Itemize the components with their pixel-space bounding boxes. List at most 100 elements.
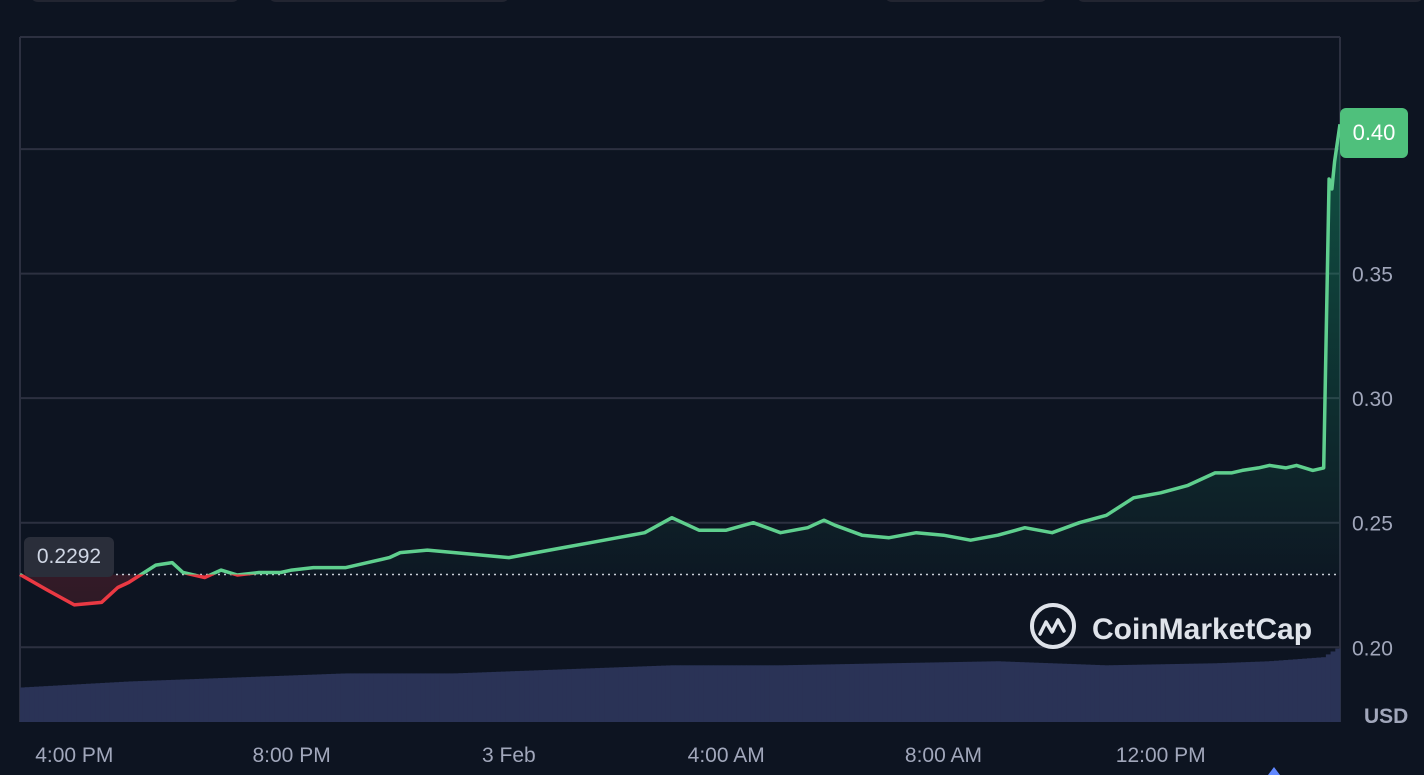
- volume-bar: [524, 670, 530, 722]
- volume-bar: [1066, 663, 1072, 722]
- volume-bar: [576, 668, 582, 722]
- volume-bar: [133, 681, 139, 722]
- volume-bar: [538, 670, 544, 722]
- volume-bar: [467, 672, 473, 722]
- volume-bar: [769, 665, 775, 722]
- price-area-up: [20, 124, 1340, 575]
- volume-bar: [1278, 660, 1284, 722]
- volume-bar: [1236, 662, 1242, 722]
- volume-bar: [1099, 665, 1105, 722]
- coinmarketcap-logo-icon: [1030, 603, 1076, 649]
- volume-bar: [1000, 661, 1006, 722]
- volume-bar: [562, 669, 568, 722]
- volume-bar: [552, 669, 558, 722]
- volume-bar: [288, 675, 294, 722]
- volume-bar: [331, 673, 337, 722]
- volume-bar: [430, 673, 436, 722]
- volume-bar: [896, 663, 902, 722]
- volume-bar: [1142, 664, 1148, 722]
- volume-bar: [812, 664, 818, 722]
- price-chart[interactable]: 0.20 0.25 0.30 0.35 0.40 4:00 PM 8:00 PM 3 Feb…: [0, 0, 1424, 774]
- volume-bar: [152, 680, 158, 722]
- volume-bar: [840, 664, 846, 722]
- volume-bar: [1170, 664, 1176, 722]
- volume-bar: [251, 676, 257, 722]
- volume-bar: [1052, 663, 1058, 722]
- volume-bar: [614, 667, 620, 722]
- volume-bar: [227, 677, 233, 722]
- y-axis-ticks: 0.200.250.300.350.40: [1352, 139, 1393, 660]
- volume-bar: [713, 665, 719, 722]
- volume-bar: [628, 666, 634, 722]
- volume-bar: [1109, 665, 1115, 722]
- y-tick-label: 0.25: [1352, 513, 1393, 536]
- volume-bar: [76, 684, 82, 722]
- volume-bar: [24, 687, 30, 722]
- volume-bar: [279, 675, 285, 722]
- volume-bar: [486, 672, 492, 722]
- volume-bar: [1302, 658, 1308, 722]
- volume-bar: [868, 663, 874, 722]
- volume-bar: [387, 673, 393, 722]
- volume-bar: [906, 662, 912, 722]
- volume-bar: [463, 672, 469, 722]
- volume-bar: [1325, 654, 1331, 722]
- volume-bar: [821, 664, 827, 722]
- volume-bar: [873, 663, 879, 722]
- volume-bar: [34, 686, 40, 722]
- volume-bar: [746, 665, 752, 722]
- volume-bar: [90, 683, 96, 722]
- volume-bar: [104, 682, 110, 722]
- volume-bar: [995, 661, 1001, 722]
- volume-bar: [981, 661, 987, 722]
- volume-bar: [411, 673, 417, 722]
- volume-bar: [119, 681, 125, 722]
- volume-bar: [1146, 664, 1152, 722]
- volume-bar: [100, 682, 106, 722]
- volume-bar: [128, 681, 134, 722]
- volume-bar: [1033, 662, 1039, 722]
- volume-bar: [368, 673, 374, 722]
- volume-bar: [38, 686, 44, 722]
- volume-bar: [736, 665, 742, 722]
- volume-bar: [284, 675, 290, 722]
- volume-bar: [293, 675, 299, 722]
- volume-bar: [335, 673, 341, 722]
- volume-bar: [326, 674, 332, 722]
- volume-bar: [783, 665, 789, 722]
- volume-bar: [420, 673, 426, 722]
- volume-bar: [1250, 661, 1256, 722]
- volume-bar: [265, 676, 271, 722]
- volume-bar: [505, 671, 511, 722]
- volume-bar: [142, 680, 148, 722]
- price-area: [20, 124, 1340, 605]
- volume-bar: [590, 668, 596, 722]
- volume-bar: [166, 680, 172, 722]
- volume-bar: [109, 682, 115, 722]
- volume-bar: [213, 678, 219, 722]
- volume-bar: [1255, 661, 1261, 722]
- volume-bar: [406, 673, 412, 722]
- volume-bar: [350, 673, 356, 722]
- current-price-badge: 0.40: [1340, 108, 1408, 158]
- volume-bar: [500, 671, 506, 722]
- volume-bar: [1222, 662, 1228, 722]
- volume-bar: [383, 673, 389, 722]
- volume-bar: [670, 665, 676, 722]
- x-tick-label: 4:00 PM: [35, 744, 113, 767]
- volume-bar: [170, 679, 176, 722]
- volume-bar: [863, 663, 869, 722]
- volume-bar: [835, 664, 841, 722]
- volume-bar: [194, 678, 200, 722]
- volume-bar: [1226, 662, 1232, 722]
- volume-bar: [887, 663, 893, 722]
- coinmarketcap-logo-mark: [1038, 618, 1066, 636]
- volume-bar: [722, 665, 728, 722]
- volume-bar: [1076, 664, 1082, 722]
- volume-bar: [81, 684, 87, 722]
- volume-bar: [708, 665, 714, 722]
- volume-bar: [816, 664, 822, 722]
- volume-bar: [958, 661, 964, 722]
- volume-bar: [241, 677, 247, 722]
- volume-bar: [161, 680, 167, 722]
